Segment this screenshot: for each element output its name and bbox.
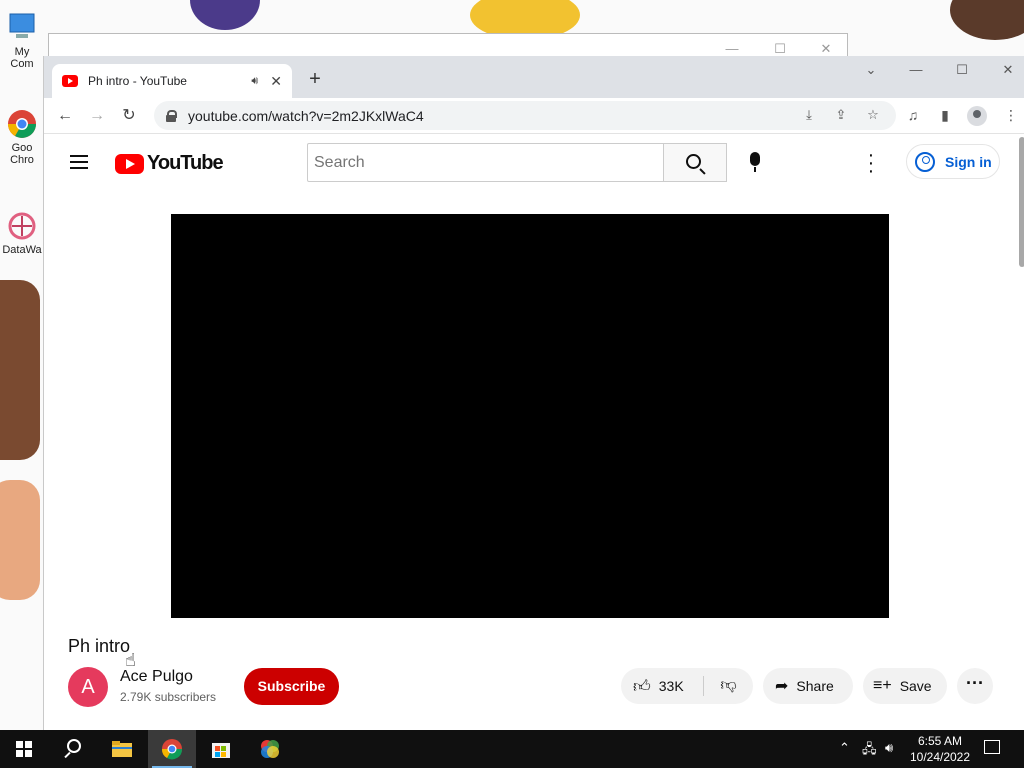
like-button[interactable]: 👍︎ 33K (621, 668, 703, 704)
reload-icon[interactable]: ↻ (119, 106, 139, 126)
minimize-icon[interactable]: — (906, 62, 926, 77)
clock-date: 10/24/2022 (909, 750, 971, 764)
scrollbar-thumb[interactable] (1019, 137, 1024, 267)
sign-in-button[interactable]: Sign in (906, 144, 1000, 179)
desktop-icon-my-computer[interactable]: My Com (2, 12, 42, 70)
system-clock[interactable]: 6:55 AM 10/24/2022 (906, 733, 974, 765)
desktop-icon-label: DataWa (2, 244, 42, 256)
network-icon[interactable]: 🖧︎ (862, 740, 877, 762)
taskbar: ⌃ 🖧︎ 🔊︎ 6:55 AM 10/24/2022 (0, 730, 1024, 768)
windows-start-icon[interactable] (16, 741, 32, 757)
side-panel-icon[interactable]: ▮ (936, 107, 954, 124)
profile-avatar-icon[interactable] (967, 106, 987, 126)
hand-cursor-icon: ☝ (125, 650, 136, 670)
share-arrow-icon: ➦ (775, 678, 789, 695)
computer-icon (6, 12, 38, 44)
color-wheel-icon (261, 740, 279, 758)
dislike-button[interactable]: 👎︎ (704, 668, 753, 704)
tab-active[interactable]: Ph intro - YouTube 🔊︎ ✕ (52, 64, 292, 98)
more-actions-icon[interactable]: ··· (957, 668, 993, 704)
channel-avatar[interactable]: A (68, 667, 108, 707)
desktop-icon-google-chrome[interactable]: Goo Chro (2, 108, 42, 166)
save-label: Save (899, 678, 932, 694)
maximize-icon[interactable]: ☐ (952, 62, 972, 78)
video-player[interactable] (171, 214, 889, 618)
tab-search-icon[interactable]: ⌄ (861, 62, 881, 78)
search-input[interactable]: Search (307, 143, 664, 182)
youtube-logo-text: YouTube (147, 152, 224, 174)
taskbar-search-icon[interactable] (63, 739, 81, 757)
maximize-icon[interactable]: ☐ (773, 42, 787, 56)
wallpaper-shape (950, 0, 1024, 40)
clock-time: 6:55 AM (917, 734, 963, 748)
desktop-icon-datawave[interactable]: DataWa (2, 210, 42, 256)
show-hidden-icons-chevron-icon[interactable]: ⌃ (839, 740, 850, 756)
settings-kebab-icon[interactable]: · · · (864, 145, 878, 181)
browser-toolbar: ← → ↻ youtube.com/watch?v=2m2JKxlWaC4 ⤓ … (44, 98, 1024, 134)
lock-icon[interactable] (166, 109, 177, 122)
thumbs-up-icon: 👍︎ (633, 676, 651, 696)
tab-title: Ph intro - YouTube (88, 74, 187, 88)
close-icon[interactable]: ✕ (998, 62, 1018, 78)
speaker-icon[interactable]: 🔊︎ (251, 75, 258, 88)
share-button[interactable]: ➦ Share (763, 668, 853, 704)
address-bar[interactable]: youtube.com/watch?v=2m2JKxlWaC4 ⤓ ⇪ ☆ (154, 101, 896, 130)
folder-icon (112, 741, 132, 757)
tab-strip: Ph intro - YouTube 🔊︎ ✕ + ⌄ — ☐ ✕ (44, 56, 1024, 98)
media-control-icon[interactable]: ♫ (904, 107, 922, 123)
taskbar-app-colorwheel[interactable] (246, 730, 294, 768)
browser-menu-icon[interactable]: ⋮ (1002, 107, 1020, 124)
bookmark-star-icon[interactable]: ☆ (864, 107, 882, 123)
playlist-add-icon: ≡+ (873, 677, 892, 694)
volume-icon[interactable]: 🔊︎ (885, 740, 893, 756)
save-button[interactable]: ≡+ Save (863, 668, 947, 704)
video-title: Ph intro (68, 636, 131, 656)
close-icon[interactable]: ✕ (819, 42, 833, 56)
taskbar-store[interactable] (197, 730, 245, 768)
search-icon (686, 154, 701, 169)
forward-arrow-icon[interactable]: → (87, 106, 107, 126)
subscriber-count: 2.79K subscribers (120, 690, 217, 704)
install-icon[interactable]: ⤓ (800, 107, 818, 123)
share-label: Share (796, 678, 834, 694)
tab-close-icon[interactable]: ✕ (270, 73, 282, 90)
account-icon (915, 151, 935, 172)
chrome-icon (6, 108, 38, 140)
wallpaper-shape (190, 0, 260, 30)
page-scrollbar[interactable] (1019, 135, 1024, 730)
browser-window: Ph intro - YouTube 🔊︎ ✕ + ⌄ — ☐ ✕ ← → ↻ … (43, 56, 1024, 730)
share-page-icon[interactable]: ⇪ (832, 107, 850, 123)
minimize-icon[interactable]: — (725, 42, 739, 56)
search-button[interactable] (663, 143, 727, 182)
microphone-icon[interactable] (750, 152, 760, 172)
youtube-favicon-icon (62, 75, 78, 87)
like-dislike-group: 👍︎ 33K 👎︎ (621, 668, 753, 704)
wallpaper-shape (0, 480, 40, 600)
desktop-icon-label: Goo Chro (10, 142, 34, 166)
subscribe-button[interactable]: Subscribe (244, 668, 339, 705)
store-bag-icon (212, 743, 230, 758)
action-center-icon[interactable] (984, 740, 1000, 754)
desktop-icon-label: My Com (10, 46, 34, 70)
taskbar-chrome[interactable] (148, 730, 196, 768)
url-text[interactable]: youtube.com/watch?v=2m2JKxlWaC4 (188, 108, 424, 124)
sign-in-label: Sign in (945, 153, 992, 170)
youtube-play-icon (115, 153, 144, 174)
back-arrow-icon[interactable]: ← (55, 106, 75, 126)
chrome-icon (161, 739, 183, 760)
datawave-icon (6, 210, 38, 242)
taskbar-file-explorer[interactable] (98, 730, 146, 768)
new-tab-button[interactable]: + (305, 69, 325, 89)
like-count: 33K (658, 678, 684, 694)
wallpaper-shape (0, 280, 40, 460)
youtube-logo[interactable]: YouTube (115, 152, 224, 175)
thumbs-down-icon: 👎︎ (720, 677, 737, 694)
youtube-header: YouTube Search · · · Sign in (44, 135, 1024, 191)
hamburger-menu-icon[interactable] (70, 155, 88, 169)
